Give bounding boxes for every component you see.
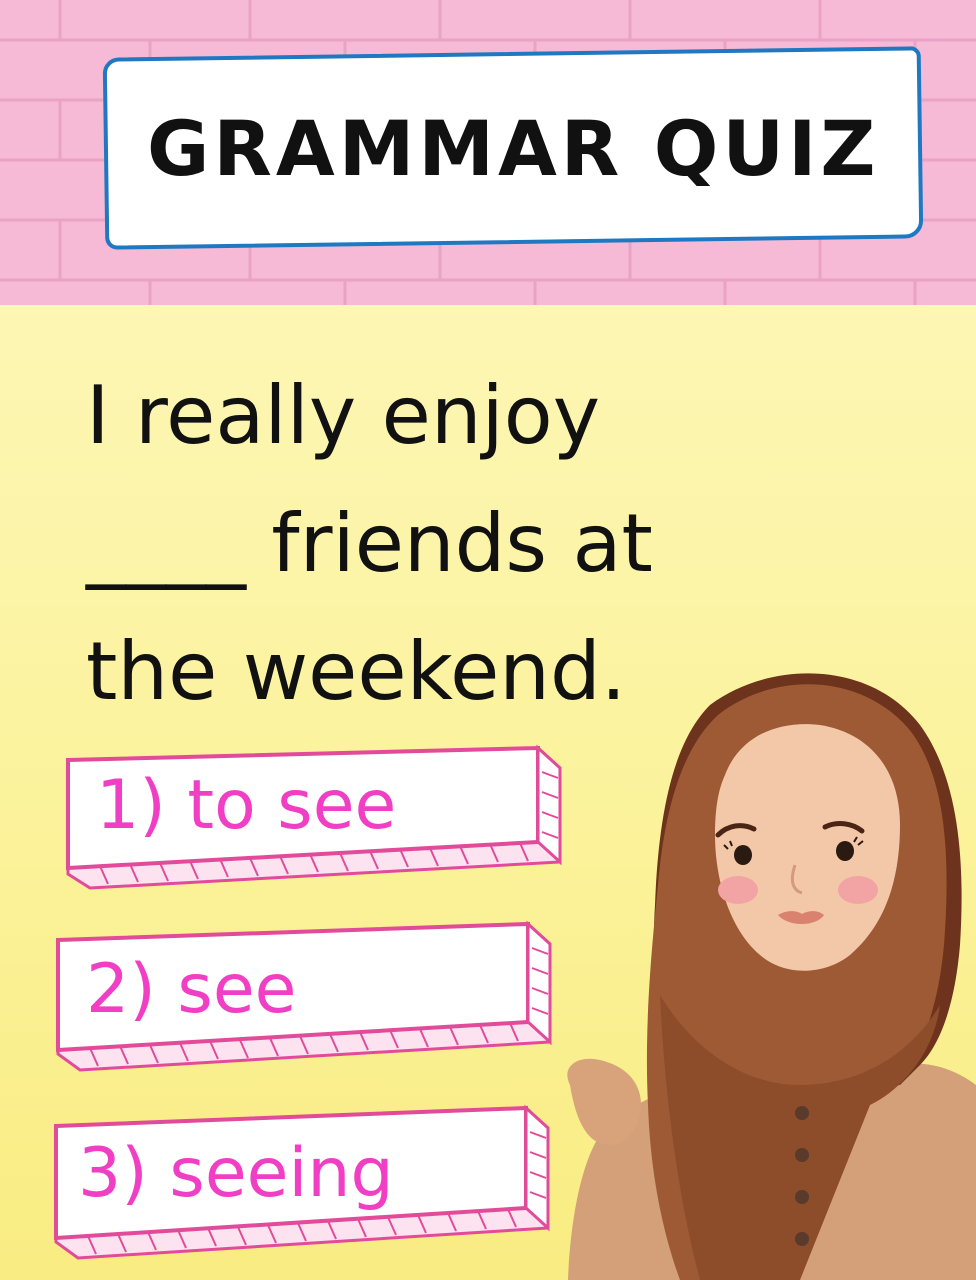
left-eye — [734, 845, 752, 865]
option-3-button[interactable]: 3) seeing — [48, 1104, 558, 1268]
question-line-1: I really enjoy — [86, 369, 601, 462]
option-2-label: 2) see — [86, 950, 297, 1029]
hand-shape — [567, 1058, 641, 1145]
option-2-button[interactable]: 2) see — [50, 920, 560, 1082]
question-line-2: ____ friends at — [86, 497, 653, 590]
right-eye — [836, 841, 854, 861]
coat-button — [795, 1232, 809, 1246]
option-3-label: 3) seeing — [78, 1134, 394, 1213]
title-banner: GRAMMAR QUIZ — [102, 46, 924, 250]
option-1-label: 1) to see — [96, 766, 397, 845]
left-cheek-blush — [718, 876, 758, 904]
coat-button — [795, 1148, 809, 1162]
option-1-button[interactable]: 1) to see — [60, 742, 570, 902]
right-cheek-blush — [838, 876, 878, 904]
brick-wall-background: GRAMMAR QUIZ — [0, 0, 976, 305]
hijab-girl-illustration — [567, 673, 976, 1280]
coat-button — [795, 1190, 809, 1204]
page-title: GRAMMAR QUIZ — [146, 103, 880, 193]
coat-button — [795, 1106, 809, 1120]
